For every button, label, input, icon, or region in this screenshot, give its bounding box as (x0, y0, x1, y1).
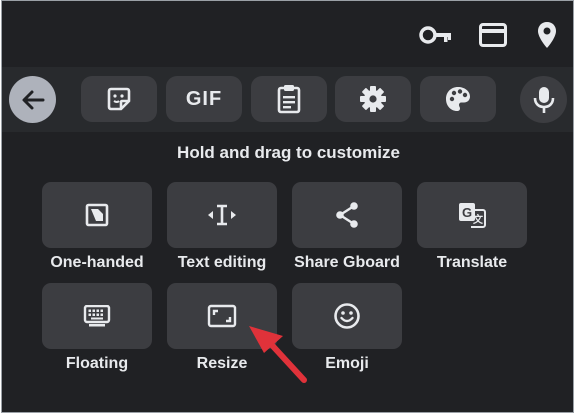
one-handed-tile[interactable] (42, 182, 152, 248)
keyboard-panel: GIF Hold and drag to customize One-hande… (1, 0, 574, 413)
theme-button[interactable] (420, 76, 496, 122)
share-gboard-tile[interactable] (292, 182, 402, 248)
text-editing-label: Text editing (177, 254, 267, 271)
keyboard-icon (83, 305, 111, 327)
floating-label: Floating (65, 355, 129, 372)
sticker-button[interactable] (81, 76, 157, 122)
text-cursor-icon (208, 204, 236, 226)
text-editing-tile[interactable] (167, 182, 277, 248)
gif-button[interactable]: GIF (166, 76, 242, 122)
resize-label: Resize (196, 355, 248, 372)
customize-hint: Hold and drag to customize (177, 143, 400, 162)
svg-text:G: G (462, 205, 472, 220)
emoji-tile[interactable] (292, 283, 402, 349)
credit-card-icon[interactable] (476, 18, 510, 52)
svg-text:文: 文 (473, 213, 484, 226)
one-handed-label: One-handed (50, 254, 144, 271)
gear-icon (360, 86, 386, 112)
resize-tile[interactable] (167, 283, 277, 349)
share-gboard-label: Share Gboard (294, 254, 400, 271)
emoji-label: Emoji (325, 355, 369, 372)
microphone-icon[interactable] (520, 76, 567, 123)
arrow-back-icon[interactable] (9, 76, 56, 123)
translate-label: Translate (436, 254, 508, 271)
location-pin-icon[interactable] (530, 18, 564, 52)
resize-icon (207, 304, 237, 328)
key-icon[interactable] (419, 18, 453, 52)
floating-tile[interactable] (42, 283, 152, 349)
clipboard-icon (277, 85, 301, 114)
smiley-icon (334, 303, 360, 329)
palette-icon (446, 87, 470, 111)
sticker-icon (107, 87, 131, 111)
suggestion-bar (2, 1, 573, 67)
gif-label: GIF (185, 87, 223, 110)
translate-icon: G 文 (459, 203, 486, 228)
clipboard-button[interactable] (251, 76, 327, 122)
one-handed-icon (85, 203, 109, 227)
toolbar: GIF (2, 67, 573, 132)
translate-tile[interactable]: G 文 (417, 182, 527, 248)
settings-button[interactable] (335, 76, 411, 122)
share-icon (336, 202, 358, 228)
